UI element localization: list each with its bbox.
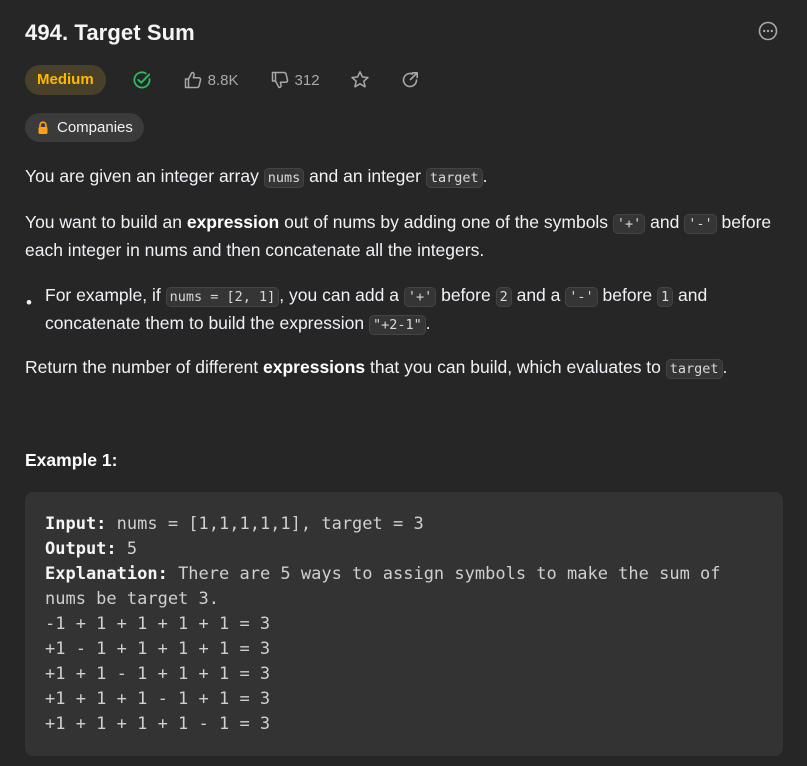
text: each integer in nums and then concatenat…: [25, 240, 485, 260]
text: and a: [511, 285, 566, 305]
solved-check-icon: [132, 70, 152, 90]
text: and: [645, 212, 685, 232]
more-options-icon[interactable]: [758, 21, 778, 41]
text: For example, if: [45, 285, 166, 305]
companies-label: Companies: [57, 119, 133, 136]
output-value: 5: [116, 539, 138, 559]
description-paragraph-1: You are given an integer array nums and …: [25, 163, 487, 191]
example-content: Input: nums = [1,1,1,1,1], target = 3 Ou…: [45, 512, 721, 737]
inline-code: '+': [612, 214, 646, 234]
input-value: nums = [1,1,1,1,1], target = 3: [106, 514, 424, 534]
inline-code: target: [665, 359, 723, 379]
inline-code: target: [425, 168, 483, 188]
text: before: [436, 285, 496, 305]
output-label: Output:: [45, 539, 117, 559]
inline-code: '-': [684, 214, 717, 234]
thumbs-down-icon: [270, 70, 290, 90]
input-label: Input:: [45, 514, 107, 534]
bold-term: expression: [186, 212, 280, 232]
text: .: [425, 313, 431, 333]
inline-code: '-': [565, 287, 598, 307]
text: before: [716, 212, 772, 232]
text: that you can build, which evaluates to: [365, 357, 666, 377]
inline-code: nums = [2, 1]: [165, 287, 280, 307]
text: , you can add a: [279, 285, 404, 305]
example-expression-line: -1 + 1 + 1 + 1 + 1 = 3: [45, 614, 271, 634]
text: concatenate them to build the expression: [45, 313, 369, 333]
text: Return the number of different: [25, 357, 264, 377]
text: You want to build an: [25, 212, 187, 232]
explanation-value: There are 5 ways to assign symbols to ma…: [167, 564, 721, 584]
bold-term: expressions: [263, 357, 366, 377]
example-expression-line: +1 + 1 - 1 + 1 + 1 = 3: [45, 664, 271, 684]
companies-tag-button[interactable]: Companies: [25, 113, 144, 142]
text: before: [597, 285, 657, 305]
text: and an integer: [304, 166, 426, 186]
explanation-label: Explanation:: [45, 564, 168, 584]
text: .: [722, 357, 728, 377]
explanation-line-2: nums be target 3.: [45, 589, 219, 609]
difficulty-badge: Medium: [25, 65, 106, 95]
example-expression-line: +1 + 1 + 1 - 1 + 1 = 3: [45, 689, 271, 709]
problem-title[interactable]: 494. Target Sum: [25, 20, 195, 46]
dislike-count: 312: [294, 71, 320, 89]
example-title: Example 1:: [25, 450, 118, 470]
thumbs-up-icon: [183, 70, 203, 90]
share-icon[interactable]: [400, 70, 420, 90]
inline-code: nums: [263, 168, 305, 188]
description-bullet: For example, if nums = [2, 1], you can a…: [45, 282, 765, 338]
inline-code: '+': [403, 287, 437, 307]
inline-code: 1: [657, 287, 674, 307]
text: and: [673, 285, 708, 305]
example-expression-line: +1 - 1 + 1 + 1 + 1 = 3: [45, 639, 271, 659]
like-count: 8.8K: [207, 71, 239, 89]
lock-icon: [36, 120, 50, 135]
example-expression-line: +1 + 1 + 1 + 1 - 1 = 3: [45, 714, 271, 734]
bullet-marker: •: [26, 293, 32, 312]
text: out of nums by adding one of the symbols: [279, 212, 613, 232]
dislike-button[interactable]: 312: [270, 70, 320, 90]
description-paragraph-3: Return the number of different expressio…: [25, 354, 727, 382]
inline-code: 2: [495, 287, 512, 307]
like-button[interactable]: 8.8K: [183, 70, 239, 90]
text: .: [482, 166, 488, 186]
problem-meta-row: Medium 8.8K 312: [25, 65, 420, 95]
favorite-star-icon[interactable]: [350, 70, 370, 90]
text: You are given an integer array: [25, 166, 264, 186]
inline-code: "+2-1": [368, 315, 426, 335]
description-paragraph-2: You want to build an expression out of n…: [25, 209, 785, 263]
